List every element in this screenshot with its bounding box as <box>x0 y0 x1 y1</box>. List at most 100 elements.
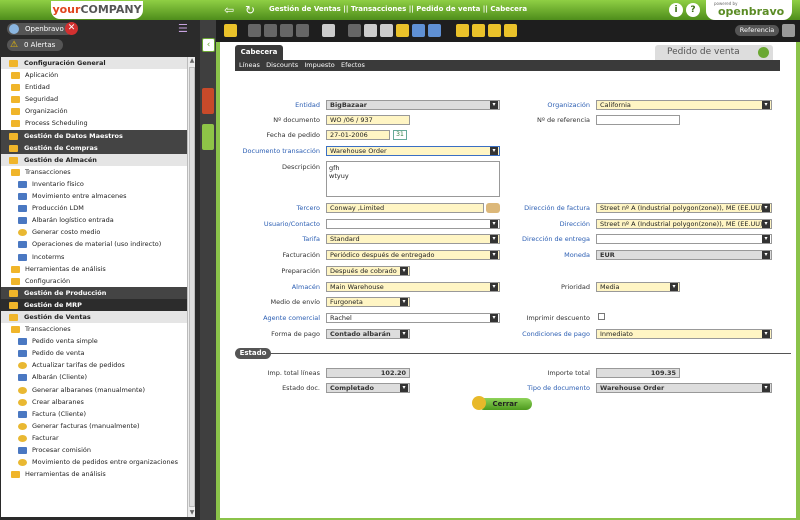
menu-item[interactable]: Generar facturas (manualmente) <box>1 420 187 432</box>
cerrar-button[interactable]: Cerrar <box>472 396 532 410</box>
info-icon[interactable]: i <box>669 3 683 17</box>
alerts-button[interactable]: ⚠ 0 Alertas <box>7 39 63 51</box>
descripcion-textarea[interactable]: gfh wtyuy <box>326 161 500 197</box>
user-button[interactable]: Openbravo <box>7 23 73 35</box>
reference-icon[interactable] <box>782 24 795 37</box>
delete-icon[interactable] <box>322 24 335 37</box>
almacen-label[interactable]: Almacén <box>240 283 320 291</box>
last-record-icon[interactable] <box>504 24 517 37</box>
menu-item[interactable]: Herramientas de análisis <box>1 468 187 480</box>
scroll-down-icon[interactable]: ▼ <box>188 509 196 517</box>
menu-item[interactable]: Gestión de Producción <box>1 286 187 299</box>
menu-item[interactable]: Configuración <box>1 275 187 287</box>
direccion-label[interactable]: Dirección <box>510 220 590 228</box>
nref-field[interactable] <box>596 115 680 125</box>
email-icon[interactable] <box>396 24 409 37</box>
collapse-menu-icon[interactable]: ☰ <box>178 23 193 35</box>
subtab-impuesto[interactable]: Impuesto <box>304 61 334 69</box>
collapse-panel-icon[interactable]: ‹ <box>202 38 215 52</box>
first-record-icon[interactable] <box>456 24 469 37</box>
organizacion-label[interactable]: Organización <box>510 101 590 109</box>
tercero-field[interactable]: Conway ,Limited <box>326 203 484 213</box>
dir-factura-label[interactable]: Dirección de factura <box>510 204 590 212</box>
scroll-up-icon[interactable]: ▲ <box>188 57 196 65</box>
forma-pago-select[interactable]: Contado albarán <box>326 329 410 339</box>
menu-item[interactable]: Operaciones de material (uso indirecto) <box>1 238 187 250</box>
menu-item[interactable]: Gestión de Datos Maestros <box>1 129 187 142</box>
direccion-select[interactable]: Street nº A (Industrial polygon(zone)), … <box>596 219 772 229</box>
menu-item[interactable]: Gestión de Compras <box>1 141 187 154</box>
menu-item[interactable]: Albarán (Cliente) <box>1 371 187 383</box>
menu-item[interactable]: Facturar <box>1 432 187 444</box>
tipo-doc-select[interactable]: Warehouse Order <box>596 383 772 393</box>
ndoc-field[interactable]: WO /06 / 937 <box>326 115 410 125</box>
refresh-icon[interactable]: ↻ <box>243 3 257 17</box>
help-icon[interactable]: ? <box>686 3 700 17</box>
menu-item[interactable]: Process Scheduling <box>1 117 187 129</box>
moneda-select[interactable]: EUR <box>596 250 772 260</box>
save-icon[interactable] <box>248 24 261 37</box>
condiciones-label[interactable]: Condiciones de pago <box>510 330 590 338</box>
subtab-lineas[interactable]: Líneas <box>239 61 260 69</box>
edit-view-tab[interactable] <box>202 88 214 114</box>
dir-entrega-select[interactable] <box>596 234 772 244</box>
attach-icon[interactable] <box>348 24 361 37</box>
subtab-efectos[interactable]: Efectos <box>341 61 365 69</box>
link-icon[interactable] <box>364 24 377 37</box>
menu-item[interactable]: Gestión de Ventas <box>1 310 187 324</box>
fecha-field[interactable]: 27-01-2006 <box>326 130 390 140</box>
tercero-label[interactable]: Tercero <box>240 204 320 212</box>
business-partner-search-icon[interactable] <box>486 203 500 213</box>
menu-item[interactable]: Transacciones <box>1 166 187 178</box>
menu-item[interactable]: Configuración General <box>1 57 187 70</box>
menu-item[interactable]: Actualizar tarifas de pedidos <box>1 359 187 371</box>
tipo-trans-select[interactable]: Warehouse Order <box>326 146 500 156</box>
menu-item[interactable]: Movimiento entre almacenes <box>1 190 187 202</box>
moneda-label[interactable]: Moneda <box>510 251 590 259</box>
save-new-icon[interactable] <box>264 24 277 37</box>
usuario-select[interactable] <box>326 219 500 229</box>
agente-label[interactable]: Agente comercial <box>240 314 320 322</box>
menu-item[interactable]: Herramientas de análisis <box>1 263 187 275</box>
menu-item[interactable]: Movimiento de pedidos entre organizacion… <box>1 456 187 468</box>
menu-item[interactable]: Producción LDM <box>1 202 187 214</box>
menu-item[interactable]: Crear albaranes <box>1 396 187 408</box>
audit-icon[interactable] <box>428 24 441 37</box>
menu-item[interactable]: Entidad <box>1 81 187 93</box>
menu-item[interactable]: Generar costo medio <box>1 226 187 238</box>
tipo-doc-label[interactable]: Tipo de documento <box>510 384 590 392</box>
menu-item[interactable]: Pedido de venta <box>1 347 187 359</box>
previous-record-icon[interactable] <box>472 24 485 37</box>
save-next-icon[interactable] <box>280 24 293 37</box>
reference-button[interactable]: Referencia <box>735 25 779 36</box>
menu-item[interactable]: Organización <box>1 105 187 117</box>
menu-scrollbar[interactable]: ▲ ▼ <box>187 57 195 517</box>
usuario-label[interactable]: Usuario/Contacto <box>220 220 320 228</box>
menu-item[interactable]: Procesar comisión <box>1 444 187 456</box>
entidad-label[interactable]: Entidad <box>240 101 320 109</box>
almacen-select[interactable]: Main Warehouse <box>326 282 500 292</box>
facturacion-select[interactable]: Periódico después de entregado <box>326 250 500 260</box>
new-record-icon[interactable] <box>224 24 237 37</box>
dir-entrega-label[interactable]: Dirección de entrega <box>510 235 590 243</box>
print-icon[interactable] <box>380 24 393 37</box>
tipo-trans-label[interactable]: Documento transacción <box>220 147 320 155</box>
grid-view-tab[interactable] <box>202 124 214 150</box>
menu-item[interactable]: Incoterms <box>1 251 187 263</box>
agente-select[interactable]: Rachel <box>326 313 500 323</box>
menu-item[interactable]: Seguridad <box>1 93 187 105</box>
menu-item[interactable]: Transacciones <box>1 323 187 335</box>
envio-select[interactable]: Furgoneta <box>326 297 410 307</box>
undo-icon[interactable] <box>296 24 309 37</box>
menu-item[interactable]: Gestión de MRP <box>1 298 187 311</box>
estado-doc-select[interactable]: Completado <box>326 383 410 393</box>
menu-item[interactable]: Gestión de Almacén <box>1 153 187 166</box>
back-arrow-icon[interactable]: ⇦ <box>222 3 236 17</box>
menu-item[interactable]: Factura (Cliente) <box>1 408 187 420</box>
tarifa-select[interactable]: Standard <box>326 234 500 244</box>
menu-item[interactable]: Pedido venta simple <box>1 335 187 347</box>
tarifa-label[interactable]: Tarifa <box>240 235 320 243</box>
search-icon[interactable] <box>412 24 425 37</box>
scroll-thumb[interactable] <box>189 67 195 507</box>
preparacion-select[interactable]: Después de cobrado <box>326 266 410 276</box>
